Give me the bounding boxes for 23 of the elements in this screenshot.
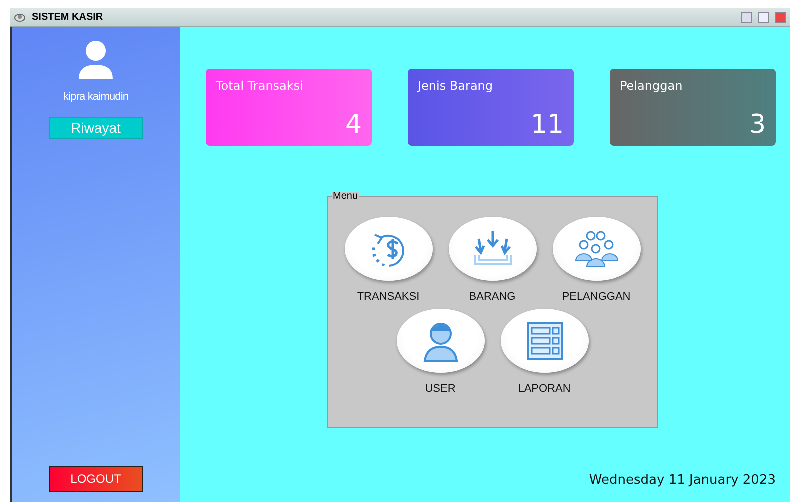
card-title: Pelanggan [620,79,683,93]
date-text: Wednesday 11 January 2023 [589,473,776,488]
card-value: 3 [749,112,766,138]
menu-label: BARANG [469,291,516,303]
people-group-icon [572,229,620,269]
menu-label: USER [425,383,456,395]
checklist-icon [524,321,564,361]
menu-label: PELANGGAN [562,291,631,303]
menu-legend: Menu [332,192,360,202]
card-title: Total Transaksi [216,79,304,93]
menu-label: TRANSAKSI [357,291,420,303]
user-icon [79,41,113,79]
close-button[interactable] [775,12,786,22]
card-value: 4 [345,112,362,138]
maximize-button[interactable] [758,12,769,22]
menu-label: LAPORAN [518,383,571,395]
minimize-button[interactable] [741,12,752,22]
user-name: kipra kaimudin [63,91,129,103]
card-value: 11 [530,112,564,138]
window-title: SISTEM KASIR [32,12,104,22]
logout-button[interactable]: LOGOUT [49,466,143,492]
app-icon [14,12,26,22]
card-title: Jenis Barang [418,79,494,93]
